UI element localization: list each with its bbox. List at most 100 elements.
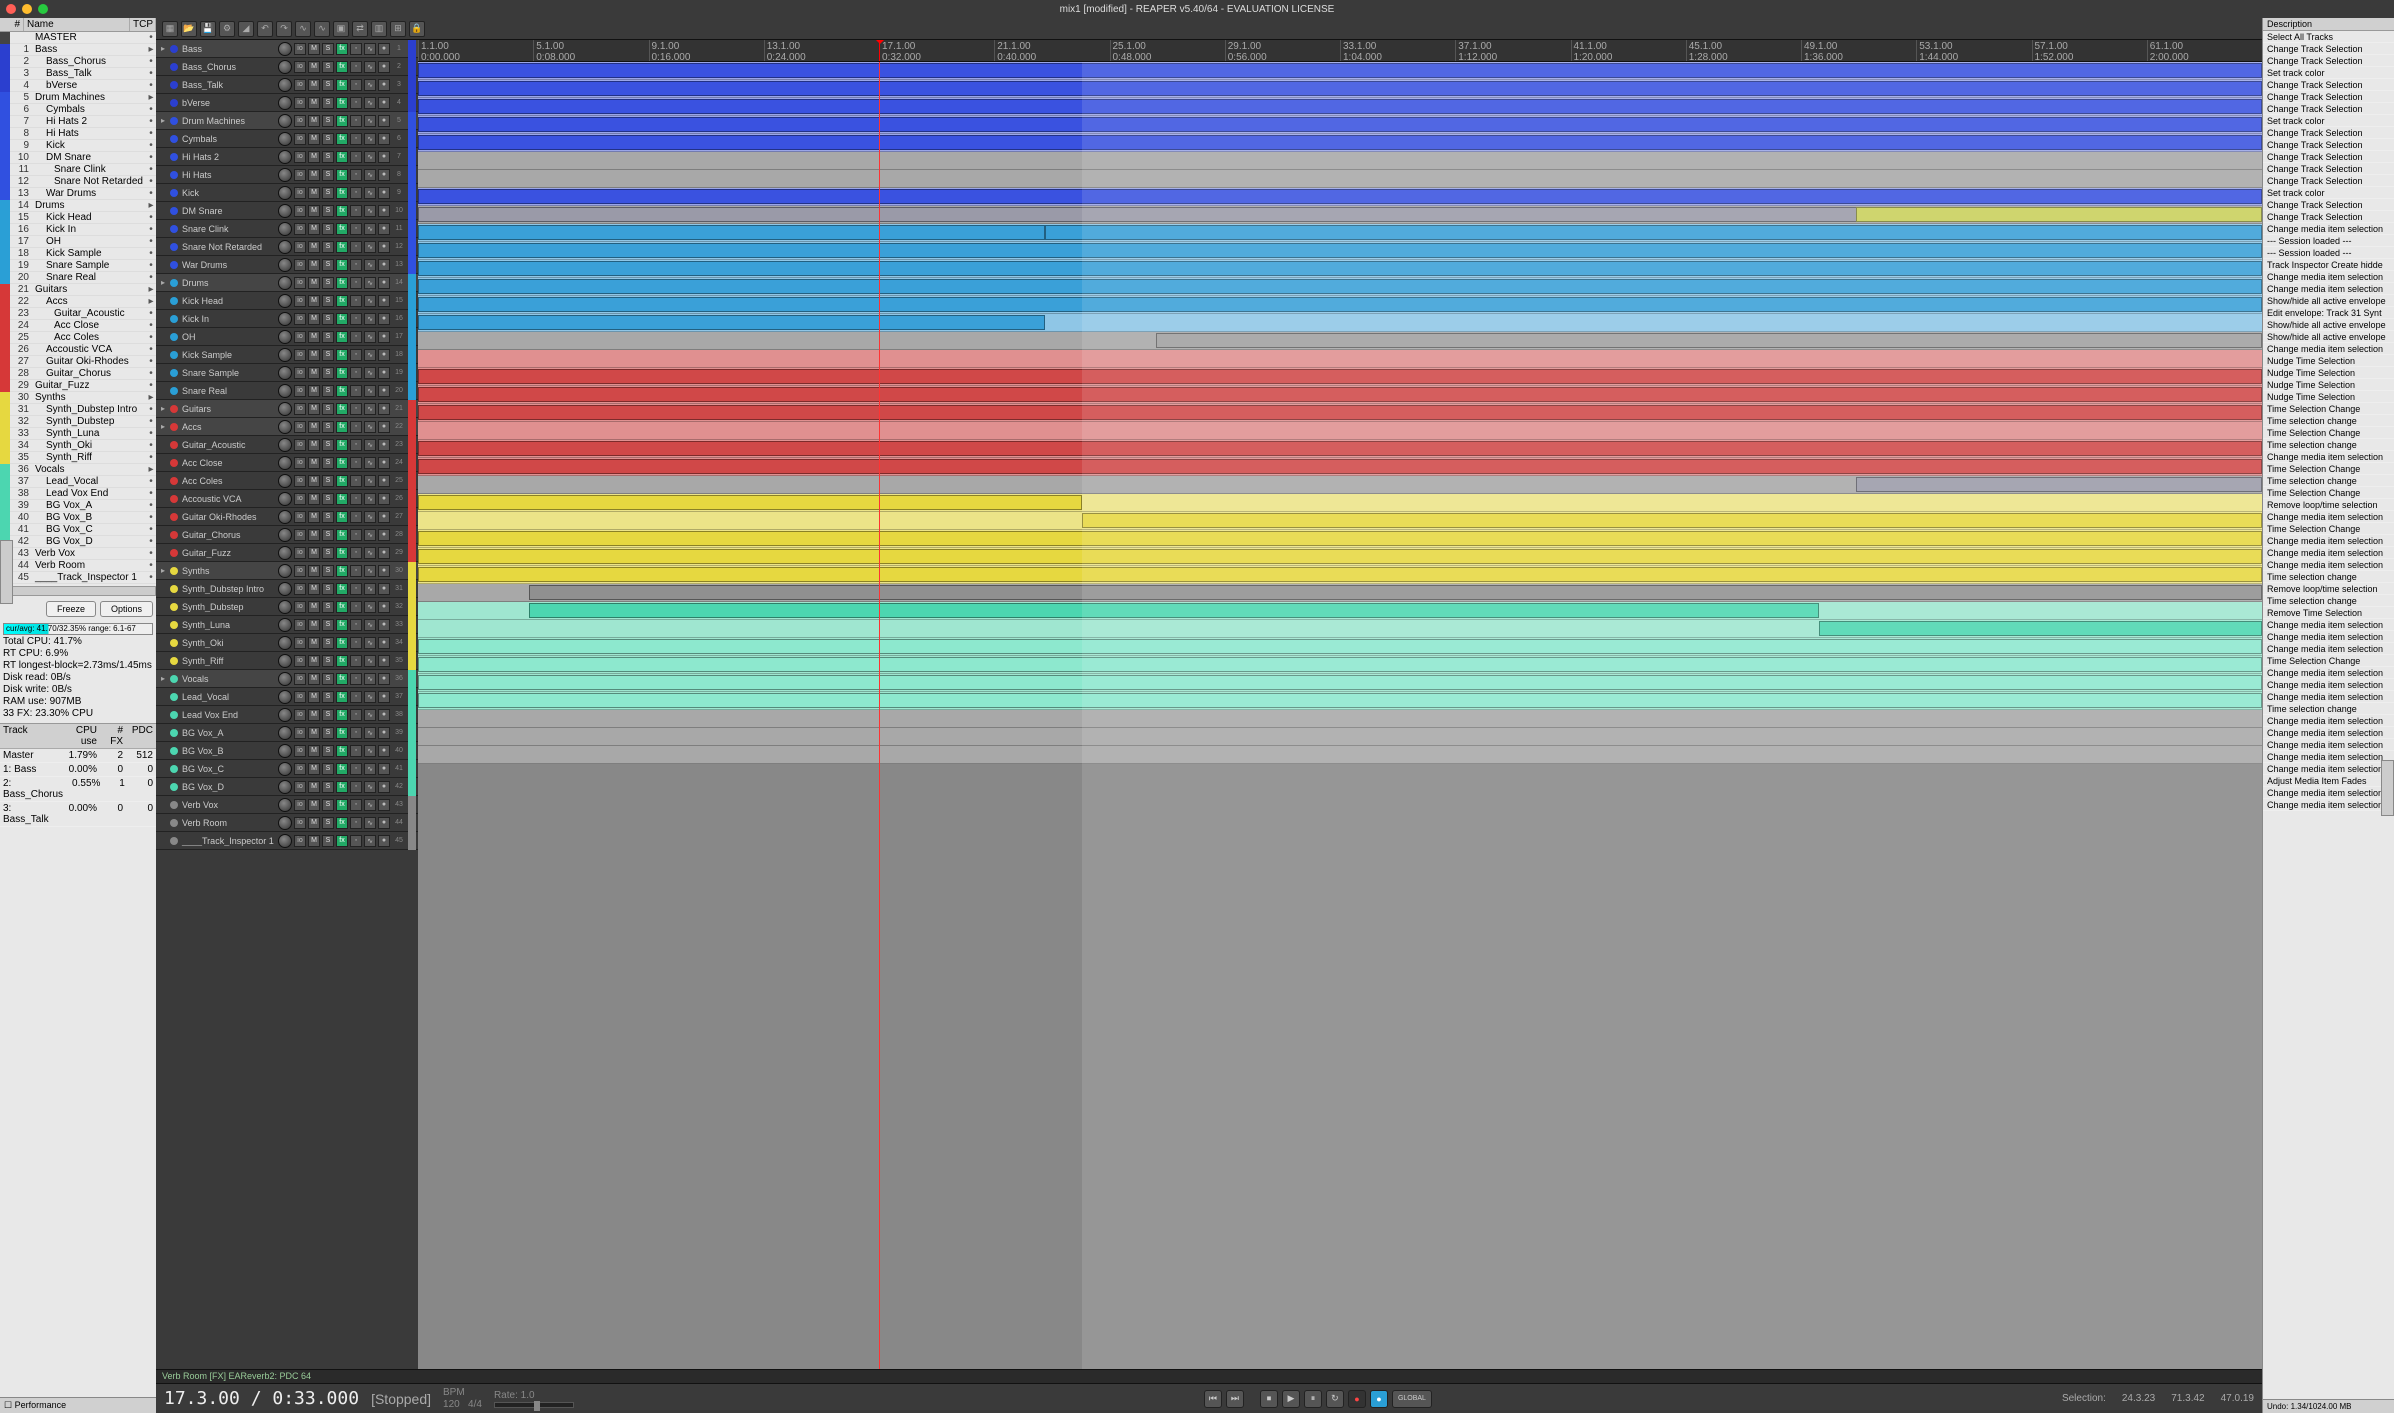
- volume-knob[interactable]: [278, 780, 292, 794]
- arrange-lane[interactable]: [418, 620, 2262, 638]
- track-row[interactable]: 25 Acc Coles •: [0, 332, 156, 344]
- track-row[interactable]: 32 Synth_Dubstep •: [0, 416, 156, 428]
- env-button[interactable]: ∿: [364, 187, 376, 199]
- fx-bypass-button[interactable]: ◦: [350, 313, 362, 325]
- arrange-lane[interactable]: [418, 206, 2262, 224]
- volume-knob[interactable]: [278, 564, 292, 578]
- solo-button[interactable]: S: [322, 295, 334, 307]
- folder-toggle-icon[interactable]: [158, 782, 168, 792]
- fx-bypass-button[interactable]: ◦: [350, 277, 362, 289]
- route-button[interactable]: io: [294, 259, 306, 271]
- recarm-button[interactable]: ●: [378, 799, 390, 811]
- history-item[interactable]: Change media item selection: [2263, 535, 2394, 547]
- recarm-button[interactable]: ●: [378, 691, 390, 703]
- media-item[interactable]: [1856, 207, 2262, 222]
- route-button[interactable]: io: [294, 781, 306, 793]
- mute-button[interactable]: M: [308, 601, 320, 613]
- solo-button[interactable]: S: [322, 493, 334, 505]
- volume-knob[interactable]: [278, 186, 292, 200]
- fx-button[interactable]: fx: [336, 277, 348, 289]
- env-button[interactable]: ∿: [364, 169, 376, 181]
- fx-bypass-button[interactable]: ◦: [350, 511, 362, 523]
- tcp-track-name[interactable]: Cymbals: [180, 134, 276, 144]
- history-item[interactable]: Change media item selection: [2263, 619, 2394, 631]
- solo-button[interactable]: S: [322, 277, 334, 289]
- tcp-track[interactable]: bVerse io M S fx ◦ ∿ ● 4: [156, 94, 418, 112]
- history-item[interactable]: Change media item selection: [2263, 271, 2394, 283]
- tcp-track[interactable]: Bass_Talk io M S fx ◦ ∿ ● 3: [156, 76, 418, 94]
- history-item[interactable]: Nudge Time Selection: [2263, 391, 2394, 403]
- folder-toggle-icon[interactable]: [158, 170, 168, 180]
- route-button[interactable]: io: [294, 547, 306, 559]
- track-row[interactable]: 2 Bass_Chorus •: [0, 56, 156, 68]
- tcp-track-name[interactable]: ____Track_Inspector 1: [180, 836, 276, 846]
- recarm-button[interactable]: ●: [378, 385, 390, 397]
- col-cpu[interactable]: CPU use: [60, 724, 100, 748]
- mute-button[interactable]: M: [308, 835, 320, 847]
- route-button[interactable]: io: [294, 475, 306, 487]
- tcp-track[interactable]: Accoustic VCA io M S fx ◦ ∿ ● 26: [156, 490, 418, 508]
- tcp-track[interactable]: Synth_Dubstep io M S fx ◦ ∿ ● 32: [156, 598, 418, 616]
- volume-knob[interactable]: [278, 402, 292, 416]
- tool-env2[interactable]: ∿: [314, 21, 330, 37]
- history-item[interactable]: Change media item selection: [2263, 643, 2394, 655]
- env-button[interactable]: ∿: [364, 403, 376, 415]
- route-button[interactable]: io: [294, 529, 306, 541]
- transport-end[interactable]: ⏭: [1226, 1390, 1244, 1408]
- env-button[interactable]: ∿: [364, 529, 376, 541]
- fx-bypass-button[interactable]: ◦: [350, 133, 362, 145]
- fx-button[interactable]: fx: [336, 529, 348, 541]
- folder-toggle-icon[interactable]: [158, 260, 168, 270]
- env-button[interactable]: ∿: [364, 655, 376, 667]
- history-item[interactable]: Change media item selection: [2263, 727, 2394, 739]
- solo-button[interactable]: S: [322, 673, 334, 685]
- solo-button[interactable]: S: [322, 655, 334, 667]
- tcp-track-name[interactable]: Bass_Chorus: [180, 62, 276, 72]
- folder-toggle-icon[interactable]: [158, 620, 168, 630]
- history-item[interactable]: Nudge Time Selection: [2263, 367, 2394, 379]
- tcp-track[interactable]: ▸ Accs io M S fx ◦ ∿ ● 22: [156, 418, 418, 436]
- env-button[interactable]: ∿: [364, 565, 376, 577]
- volume-knob[interactable]: [278, 636, 292, 650]
- fx-button[interactable]: fx: [336, 169, 348, 181]
- mute-button[interactable]: M: [308, 691, 320, 703]
- tcp-track[interactable]: Verb Room io M S fx ◦ ∿ ● 44: [156, 814, 418, 832]
- history-item[interactable]: Adjust Media Item Fades: [2263, 775, 2394, 787]
- recarm-button[interactable]: ●: [378, 403, 390, 415]
- track-row[interactable]: 45 ____Track_Inspector 1 •: [0, 572, 156, 584]
- mute-button[interactable]: M: [308, 79, 320, 91]
- fx-bypass-button[interactable]: ◦: [350, 763, 362, 775]
- tcp-track-name[interactable]: Hi Hats 2: [180, 152, 276, 162]
- track-row[interactable]: 41 BG Vox_C •: [0, 524, 156, 536]
- route-button[interactable]: io: [294, 565, 306, 577]
- recarm-button[interactable]: ●: [378, 61, 390, 73]
- route-button[interactable]: io: [294, 439, 306, 451]
- volume-knob[interactable]: [278, 420, 292, 434]
- route-button[interactable]: io: [294, 61, 306, 73]
- volume-knob[interactable]: [278, 366, 292, 380]
- history-item[interactable]: Show/hide all active envelope: [2263, 319, 2394, 331]
- route-button[interactable]: io: [294, 151, 306, 163]
- volume-knob[interactable]: [278, 96, 292, 110]
- history-item[interactable]: Set track color: [2263, 115, 2394, 127]
- arrange-lane[interactable]: [418, 98, 2262, 116]
- transport-start[interactable]: ⏮: [1204, 1390, 1222, 1408]
- track-row[interactable]: 12 Snare Not Retarded •: [0, 176, 156, 188]
- folder-toggle-icon[interactable]: [158, 548, 168, 558]
- fx-button[interactable]: fx: [336, 601, 348, 613]
- col-track[interactable]: Track: [0, 724, 60, 748]
- transport-global[interactable]: GLOBAL: [1392, 1390, 1432, 1408]
- arrange-lane[interactable]: [418, 116, 2262, 134]
- recarm-button[interactable]: ●: [378, 223, 390, 235]
- solo-button[interactable]: S: [322, 169, 334, 181]
- fx-bypass-button[interactable]: ◦: [350, 169, 362, 181]
- tcp-track[interactable]: Snare Not Retarded io M S fx ◦ ∿ ● 12: [156, 238, 418, 256]
- route-button[interactable]: io: [294, 673, 306, 685]
- fx-button[interactable]: fx: [336, 781, 348, 793]
- folder-toggle-icon[interactable]: [158, 836, 168, 846]
- recarm-button[interactable]: ●: [378, 97, 390, 109]
- tool-new[interactable]: ▦: [162, 21, 178, 37]
- arrange-lane[interactable]: [418, 674, 2262, 692]
- recarm-button[interactable]: ●: [378, 349, 390, 361]
- solo-button[interactable]: S: [322, 61, 334, 73]
